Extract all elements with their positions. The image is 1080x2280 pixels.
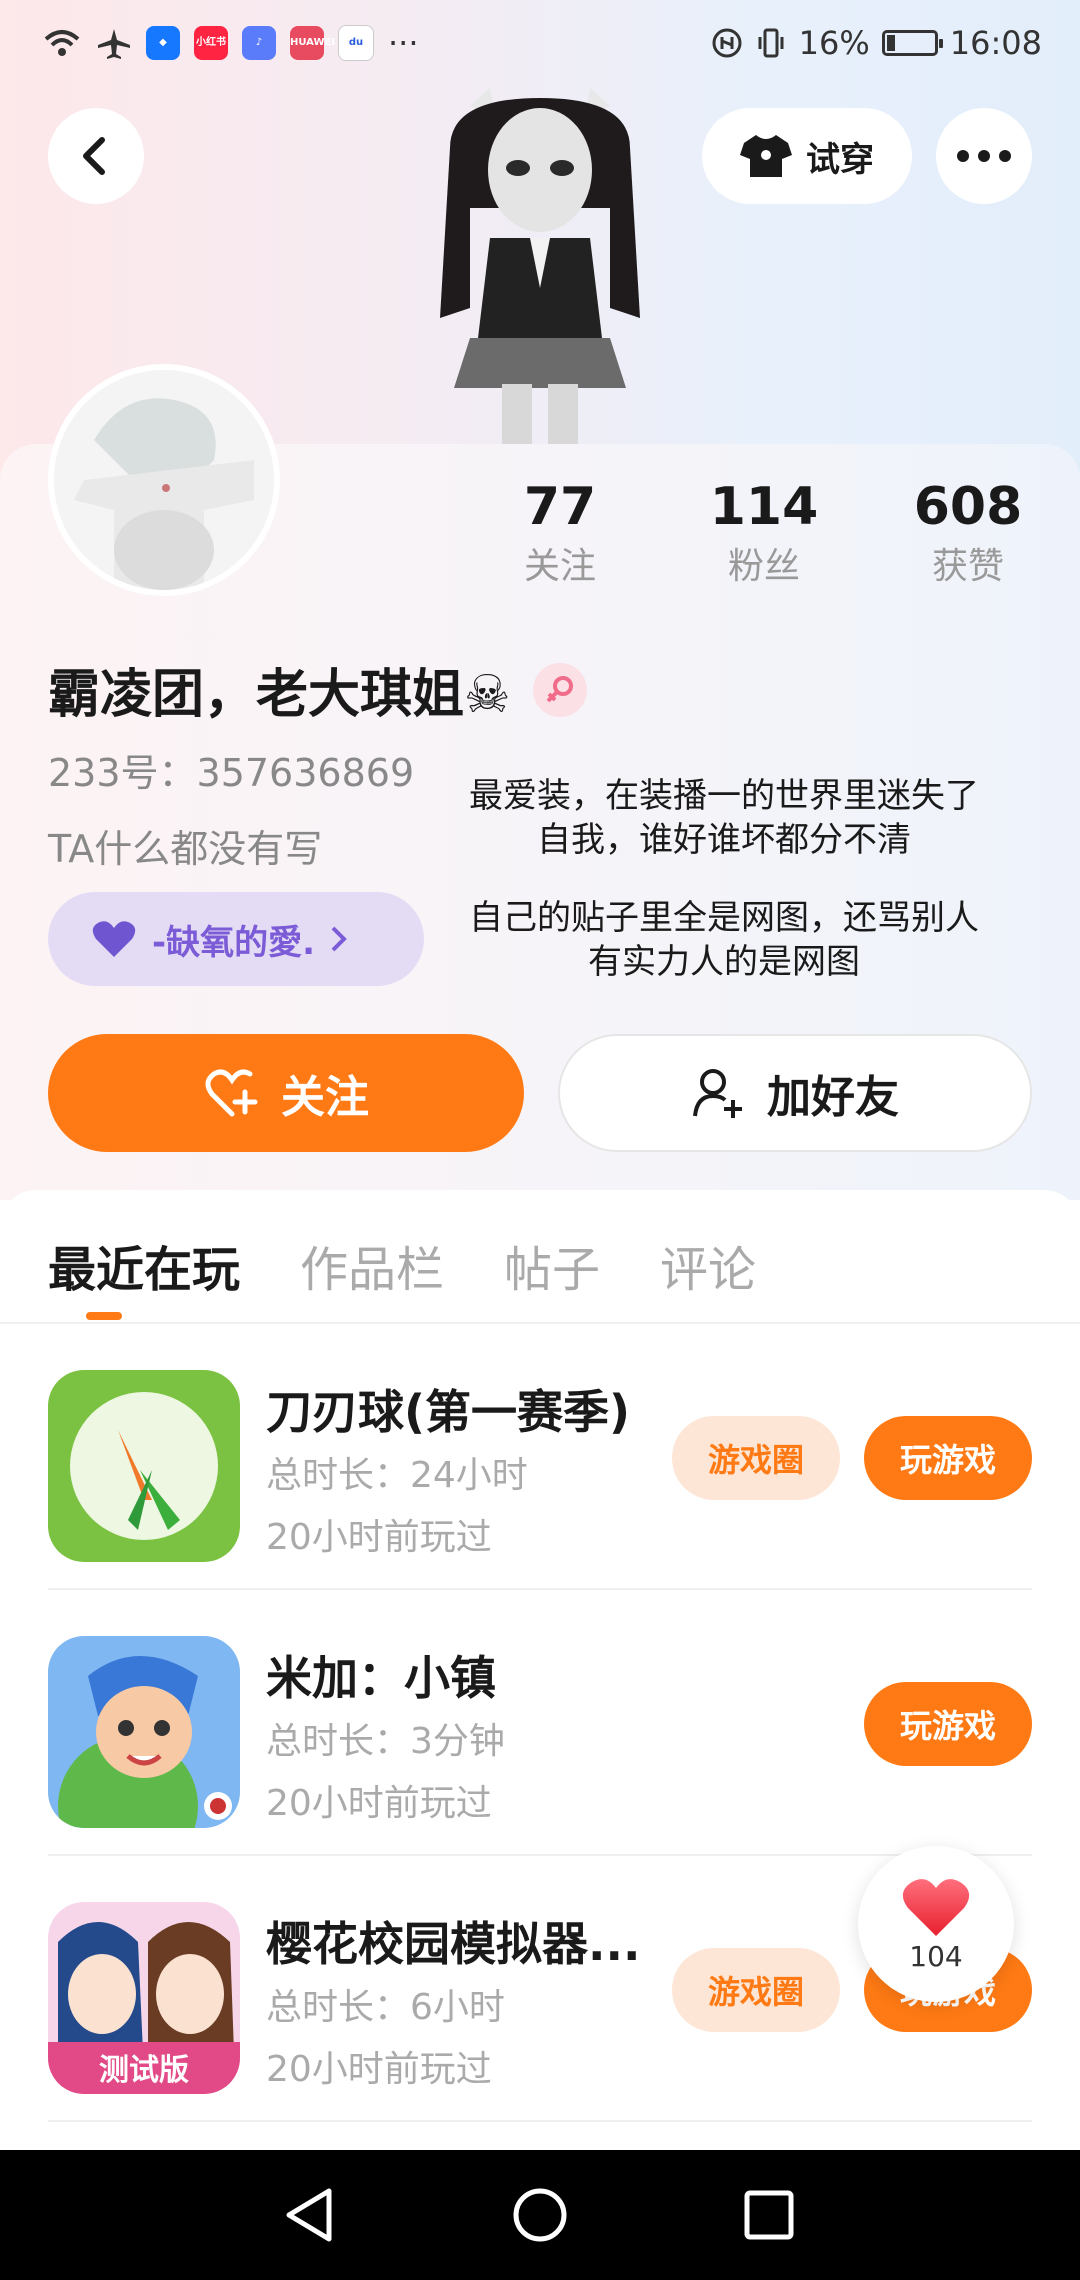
avatar[interactable] bbox=[48, 364, 280, 596]
guild-name: -缺氧的愛. bbox=[152, 922, 316, 963]
vibrate-icon bbox=[758, 28, 784, 58]
miga-town-game-icon bbox=[48, 1636, 240, 1828]
more-options-button[interactable] bbox=[936, 108, 1032, 204]
nav-recents-button[interactable] bbox=[734, 2180, 804, 2250]
row-divider bbox=[48, 2120, 1032, 2122]
back-button[interactable] bbox=[48, 108, 144, 204]
navigation-bar bbox=[0, 2150, 1080, 2280]
following-count: 77 bbox=[523, 477, 597, 537]
nfc-icon bbox=[712, 28, 742, 58]
wifi-icon bbox=[44, 30, 80, 56]
game-name: 米加：小镇 bbox=[266, 1651, 496, 1705]
game-last-played: 20小时前玩过 bbox=[266, 1517, 492, 1558]
triangle-back-icon bbox=[286, 2188, 332, 2242]
music-app-icon: ♪ bbox=[242, 26, 276, 60]
user-id[interactable]: 233号：357636869 bbox=[48, 742, 414, 797]
square-recents-icon bbox=[744, 2190, 794, 2240]
fans-count: 114 bbox=[709, 477, 819, 537]
back-arrow-icon bbox=[83, 137, 105, 175]
like-count: 104 bbox=[909, 1939, 963, 1973]
overlay-line-1: 最爱装，在装播一的世界里迷失了 bbox=[469, 776, 979, 816]
game-total-time: 总时长：6小时 bbox=[266, 1987, 505, 2028]
like-fab[interactable]: 104 bbox=[858, 1846, 1014, 2002]
tab-works[interactable]: 作品栏 bbox=[300, 1230, 444, 1310]
circle-home-icon bbox=[513, 2188, 567, 2242]
shirt-icon bbox=[740, 135, 792, 177]
chevron-right-icon bbox=[331, 926, 347, 952]
stat-following[interactable]: 77 关注 bbox=[470, 474, 650, 592]
status-left: ◆ 小红书 ♪ HUAWEI du ··· bbox=[42, 24, 419, 62]
game-row[interactable]: 米加：小镇 总时长：3分钟 20小时前玩过 玩游戏 bbox=[48, 1590, 1032, 1856]
status-bar: ◆ 小红书 ♪ HUAWEI du ··· 16% 16:08 bbox=[0, 0, 1080, 90]
heart-icon bbox=[92, 921, 136, 957]
stats: 77 关注 114 粉丝 608 获赞 bbox=[470, 474, 1050, 604]
game-last-played: 20小时前玩过 bbox=[266, 1783, 492, 1824]
nav-home-button[interactable] bbox=[505, 2180, 575, 2250]
username-text: 霸凌团，老大琪姐☠ bbox=[48, 665, 511, 725]
game-total-time: 总时长：3分钟 bbox=[266, 1721, 505, 1762]
overlay-caption-2: 自己的贴子里全是网图，还骂别人 有实力人的是网图 bbox=[424, 896, 1024, 984]
bio: TA什么都没有写 bbox=[48, 827, 323, 871]
username: 霸凌团，老大琪姐☠ bbox=[48, 652, 587, 727]
character-figure bbox=[440, 88, 640, 448]
fans-label: 粉丝 bbox=[727, 546, 800, 587]
likes-count: 608 bbox=[913, 477, 1023, 537]
following-label: 关注 bbox=[523, 546, 596, 587]
avatar-image bbox=[54, 370, 274, 590]
add-friend-label: 加好友 bbox=[767, 1072, 899, 1123]
baidu-app-icon: du bbox=[338, 25, 374, 61]
overlay-line-2: 自我，谁好谁坏都分不清 bbox=[537, 820, 911, 860]
status-right: 16% 16:08 bbox=[711, 24, 1042, 62]
game-row[interactable]: 刀刃球(第一赛季) 总时长：24小时 20小时前玩过 游戏圈 玩游戏 bbox=[48, 1324, 1032, 1590]
game-last-played: 20小时前玩过 bbox=[266, 2049, 492, 2090]
game-total-time: 总时长：24小时 bbox=[266, 1455, 528, 1496]
shield-app-icon: ◆ bbox=[146, 26, 180, 60]
nav-back-button[interactable] bbox=[274, 2180, 344, 2250]
content-panel: 最近在玩 作品栏 帖子 评论 刀刃球(第一赛季) 总时长：24小时 20小时前玩… bbox=[0, 1190, 1080, 2150]
follow-button[interactable]: 关注 bbox=[48, 1034, 524, 1152]
game-circle-button[interactable]: 游戏圈 bbox=[672, 1416, 840, 1500]
stat-likes[interactable]: 608 获赞 bbox=[878, 474, 1058, 592]
try-on-button[interactable]: 试穿 bbox=[702, 108, 912, 204]
add-user-icon bbox=[693, 1069, 742, 1118]
sakura-school-game-icon: 测试版 bbox=[48, 1902, 240, 2094]
airplane-icon bbox=[98, 29, 130, 59]
stat-fans[interactable]: 114 粉丝 bbox=[674, 474, 854, 592]
blade-ball-game-icon bbox=[48, 1370, 240, 1562]
play-game-button[interactable]: 玩游戏 bbox=[864, 1682, 1032, 1766]
xiaohongshu-app-icon: 小红书 bbox=[194, 26, 228, 60]
follow-label: 关注 bbox=[281, 1072, 369, 1123]
tab-bar: 最近在玩 作品栏 帖子 评论 bbox=[48, 1230, 756, 1310]
guild-chip[interactable]: -缺氧的愛. bbox=[48, 892, 424, 986]
heart-icon bbox=[902, 1878, 970, 1936]
tab-recently-played[interactable]: 最近在玩 bbox=[48, 1230, 240, 1310]
more-dots-icon bbox=[957, 150, 1011, 162]
add-friend-button[interactable]: 加好友 bbox=[558, 1034, 1032, 1152]
battery-level bbox=[886, 35, 895, 51]
female-icon bbox=[532, 662, 587, 717]
try-on-label: 试穿 bbox=[806, 139, 874, 180]
clock: 16:08 bbox=[949, 24, 1042, 62]
game-circle-button[interactable]: 游戏圈 bbox=[672, 1948, 840, 2032]
svg-text:测试版: 测试版 bbox=[99, 2053, 189, 2088]
tab-posts[interactable]: 帖子 bbox=[504, 1230, 600, 1310]
play-game-button[interactable]: 玩游戏 bbox=[864, 1416, 1032, 1500]
game-name: 樱花校园模拟器... bbox=[266, 1917, 641, 1971]
overlay-line-4: 有实力人的是网图 bbox=[588, 942, 860, 982]
battery-icon bbox=[881, 30, 943, 56]
game-name: 刀刃球(第一赛季) bbox=[266, 1385, 631, 1439]
overlay-caption-1: 最爱装，在装播一的世界里迷失了 自我，谁好谁坏都分不清 bbox=[424, 774, 1024, 862]
more-notifications-icon: ··· bbox=[388, 24, 419, 62]
tab-comments[interactable]: 评论 bbox=[660, 1230, 756, 1310]
battery-percent: 16% bbox=[798, 24, 870, 62]
overlay-line-3: 自己的贴子里全是网图，还骂别人 bbox=[469, 898, 979, 938]
tab-indicator bbox=[86, 1312, 122, 1320]
likes-label: 获赞 bbox=[931, 546, 1004, 587]
heart-plus-icon bbox=[205, 1069, 258, 1117]
huawei-app-icon: HUAWEI bbox=[290, 26, 335, 60]
